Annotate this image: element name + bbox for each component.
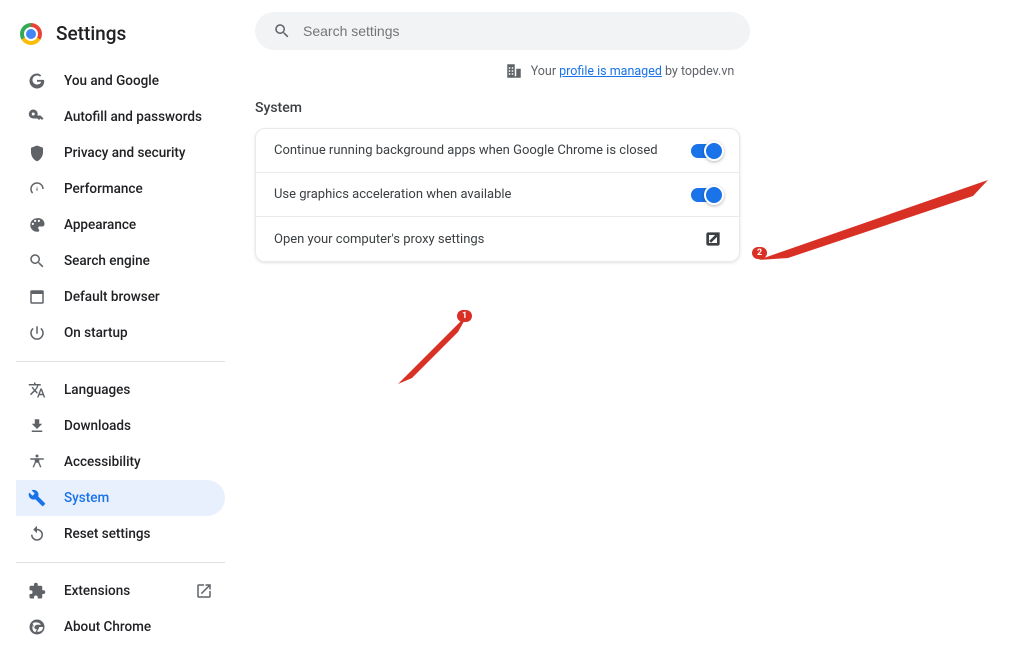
sidebar-item-label: Downloads bbox=[64, 418, 131, 434]
open-in-new-icon[interactable] bbox=[705, 231, 721, 247]
browser-icon bbox=[28, 288, 46, 306]
google-g-icon bbox=[28, 72, 46, 90]
row-graphics-accel: Use graphics acceleration when available bbox=[256, 173, 739, 217]
sidebar-item-label: Appearance bbox=[64, 217, 136, 233]
managed-text: Your profile is managed by topdev.vn bbox=[531, 64, 735, 79]
sidebar-item-label: Search engine bbox=[64, 253, 150, 269]
sidebar-item-label: You and Google bbox=[64, 73, 159, 89]
sidebar-header: Settings bbox=[16, 16, 255, 63]
sidebar-item-you-and-google[interactable]: You and Google bbox=[16, 63, 225, 99]
sidebar-item-reset[interactable]: Reset settings bbox=[16, 516, 225, 552]
sidebar-item-label: Reset settings bbox=[64, 526, 150, 542]
toggle-graphics-accel[interactable] bbox=[691, 188, 721, 202]
search-icon bbox=[28, 252, 46, 270]
nav-divider bbox=[16, 361, 225, 362]
sidebar-item-languages[interactable]: Languages bbox=[16, 372, 225, 408]
sidebar-item-label: Languages bbox=[64, 382, 130, 398]
shield-icon bbox=[28, 144, 46, 162]
sidebar-item-label: Default browser bbox=[64, 289, 160, 305]
download-icon bbox=[28, 417, 46, 435]
annotation-2: 2 bbox=[758, 180, 998, 274]
sidebar-item-on-startup[interactable]: On startup bbox=[16, 315, 225, 351]
toggle-background-apps[interactable] bbox=[691, 144, 721, 158]
system-card: Continue running background apps when Go… bbox=[255, 128, 740, 262]
nav-divider bbox=[16, 562, 225, 563]
page-title: Settings bbox=[56, 22, 126, 45]
sidebar-item-label: Privacy and security bbox=[64, 145, 186, 161]
open-in-new-icon bbox=[195, 582, 213, 600]
wrench-icon bbox=[28, 489, 46, 507]
chrome-logo-icon bbox=[20, 23, 42, 45]
chrome-icon bbox=[28, 618, 46, 636]
extension-icon bbox=[28, 582, 46, 600]
section-title: System bbox=[255, 100, 984, 116]
row-label: Use graphics acceleration when available bbox=[274, 187, 511, 202]
building-icon bbox=[505, 62, 523, 80]
row-label: Open your computer's proxy settings bbox=[274, 232, 484, 247]
sidebar-item-label: Autofill and passwords bbox=[64, 109, 202, 125]
search-input[interactable] bbox=[303, 23, 732, 39]
search-icon bbox=[273, 22, 291, 40]
annotation-1: 1 bbox=[398, 314, 478, 398]
sidebar-item-appearance[interactable]: Appearance bbox=[16, 207, 225, 243]
sidebar-item-downloads[interactable]: Downloads bbox=[16, 408, 225, 444]
row-label: Continue running background apps when Go… bbox=[274, 143, 658, 158]
power-icon bbox=[28, 324, 46, 342]
key-icon bbox=[28, 108, 46, 126]
sidebar-item-label: On startup bbox=[64, 325, 128, 341]
managed-banner: Your profile is managed by topdev.vn bbox=[255, 62, 984, 80]
sidebar-item-performance[interactable]: Performance bbox=[16, 171, 225, 207]
sidebar-item-label: Extensions bbox=[64, 583, 130, 599]
sidebar-item-default-browser[interactable]: Default browser bbox=[16, 279, 225, 315]
main-content: Your profile is managed by topdev.vn Sys… bbox=[255, 0, 1024, 520]
managed-link[interactable]: profile is managed bbox=[559, 64, 662, 79]
sidebar-item-extensions[interactable]: Extensions bbox=[16, 573, 225, 609]
palette-icon bbox=[28, 216, 46, 234]
row-proxy-settings[interactable]: Open your computer's proxy settings bbox=[256, 217, 739, 261]
reset-icon bbox=[28, 525, 46, 543]
sidebar-item-search-engine[interactable]: Search engine bbox=[16, 243, 225, 279]
sidebar-item-label: System bbox=[64, 490, 109, 506]
sidebar-item-label: Performance bbox=[64, 181, 143, 197]
row-background-apps: Continue running background apps when Go… bbox=[256, 129, 739, 173]
sidebar-item-privacy[interactable]: Privacy and security bbox=[16, 135, 225, 171]
nav-list: You and Google Autofill and passwords Pr… bbox=[16, 63, 255, 645]
annotation-marker-1: 1 bbox=[457, 310, 472, 322]
sidebar-item-system[interactable]: System bbox=[16, 480, 225, 516]
annotation-marker-2: 2 bbox=[752, 247, 767, 259]
sidebar-item-label: Accessibility bbox=[64, 454, 141, 470]
sidebar: Settings You and Google Autofill and pas… bbox=[0, 0, 255, 520]
sidebar-item-about[interactable]: About Chrome bbox=[16, 609, 225, 645]
translate-icon bbox=[28, 381, 46, 399]
sidebar-item-label: About Chrome bbox=[64, 619, 151, 635]
speedometer-icon bbox=[28, 180, 46, 198]
sidebar-item-autofill[interactable]: Autofill and passwords bbox=[16, 99, 225, 135]
search-bar[interactable] bbox=[255, 12, 750, 50]
sidebar-item-accessibility[interactable]: Accessibility bbox=[16, 444, 225, 480]
accessibility-icon bbox=[28, 453, 46, 471]
